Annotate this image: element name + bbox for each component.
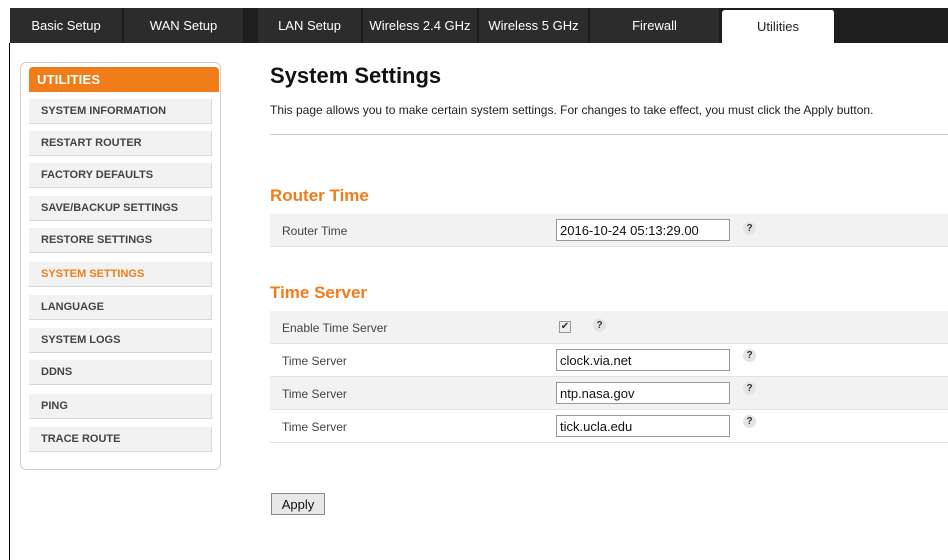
sidebar-item-language[interactable]: LANGUAGE <box>29 295 212 320</box>
router-time-heading: Router Time <box>270 186 369 205</box>
time-server-row-1: Time Server ? <box>270 344 948 377</box>
enable-time-server-label: Enable Time Server <box>282 321 388 335</box>
header-divider <box>270 134 948 135</box>
sidebar-item-restart-router[interactable]: RESTART ROUTER <box>29 131 212 156</box>
sidebar: UTILITIES SYSTEM INFORMATION RESTART ROU… <box>20 62 221 470</box>
time-server-row-2: Time Server ? <box>270 377 948 410</box>
help-icon[interactable]: ? <box>743 222 756 235</box>
time-server-heading: Time Server <box>270 283 368 302</box>
sidebar-item-ddns[interactable]: DDNS <box>29 360 212 385</box>
page-description: This page allows you to make certain sys… <box>270 103 874 117</box>
time-server-label: Time Server <box>282 420 347 434</box>
time-server-input-1[interactable] <box>556 349 730 371</box>
help-icon[interactable]: ? <box>593 319 606 332</box>
router-time-row: Router Time ? <box>270 214 948 247</box>
sidebar-item-system-logs[interactable]: SYSTEM LOGS <box>29 328 212 353</box>
enable-time-server-checkbox[interactable]: ✔ <box>559 321 571 333</box>
sidebar-item-trace-route[interactable]: TRACE ROUTE <box>29 427 212 452</box>
router-time-label: Router Time <box>282 224 348 238</box>
enable-time-server-row: Enable Time Server ✔ ? <box>270 311 948 344</box>
sidebar-header: UTILITIES <box>29 67 219 92</box>
help-icon[interactable]: ? <box>743 349 756 362</box>
help-icon[interactable]: ? <box>743 415 756 428</box>
help-icon[interactable]: ? <box>743 382 756 395</box>
page-title: System Settings <box>270 63 442 88</box>
sidebar-item-restore-settings[interactable]: RESTORE SETTINGS <box>29 228 212 253</box>
time-server-label: Time Server <box>282 387 347 401</box>
tab-utilities[interactable]: Utilities <box>722 10 835 43</box>
tab-wan-setup[interactable]: WAN Setup <box>124 8 244 43</box>
sidebar-item-system-information[interactable]: SYSTEM INFORMATION <box>29 99 212 124</box>
router-time-input[interactable] <box>556 219 730 241</box>
tab-wireless-5[interactable]: Wireless 5 GHz <box>479 8 589 43</box>
top-nav-bar: Basic Setup WAN Setup LAN Setup Wireless… <box>0 0 948 43</box>
time-server-label: Time Server <box>282 354 347 368</box>
time-server-input-3[interactable] <box>556 415 730 437</box>
time-server-input-2[interactable] <box>556 382 730 404</box>
tab-firewall[interactable]: Firewall <box>590 8 720 43</box>
time-server-row-3: Time Server ? <box>270 410 948 443</box>
page-left-border <box>9 43 10 560</box>
sidebar-item-save-backup-settings[interactable]: SAVE/BACKUP SETTINGS <box>29 196 212 221</box>
tab-lan-setup[interactable]: LAN Setup <box>258 8 362 43</box>
sidebar-item-factory-defaults[interactable]: FACTORY DEFAULTS <box>29 163 212 188</box>
sidebar-item-system-settings[interactable]: SYSTEM SETTINGS <box>29 262 212 287</box>
apply-button[interactable]: Apply <box>271 493 325 515</box>
tab-basic-setup[interactable]: Basic Setup <box>10 8 123 43</box>
tab-wireless-24[interactable]: Wireless 2.4 GHz <box>363 8 478 43</box>
sidebar-item-ping[interactable]: PING <box>29 394 212 419</box>
